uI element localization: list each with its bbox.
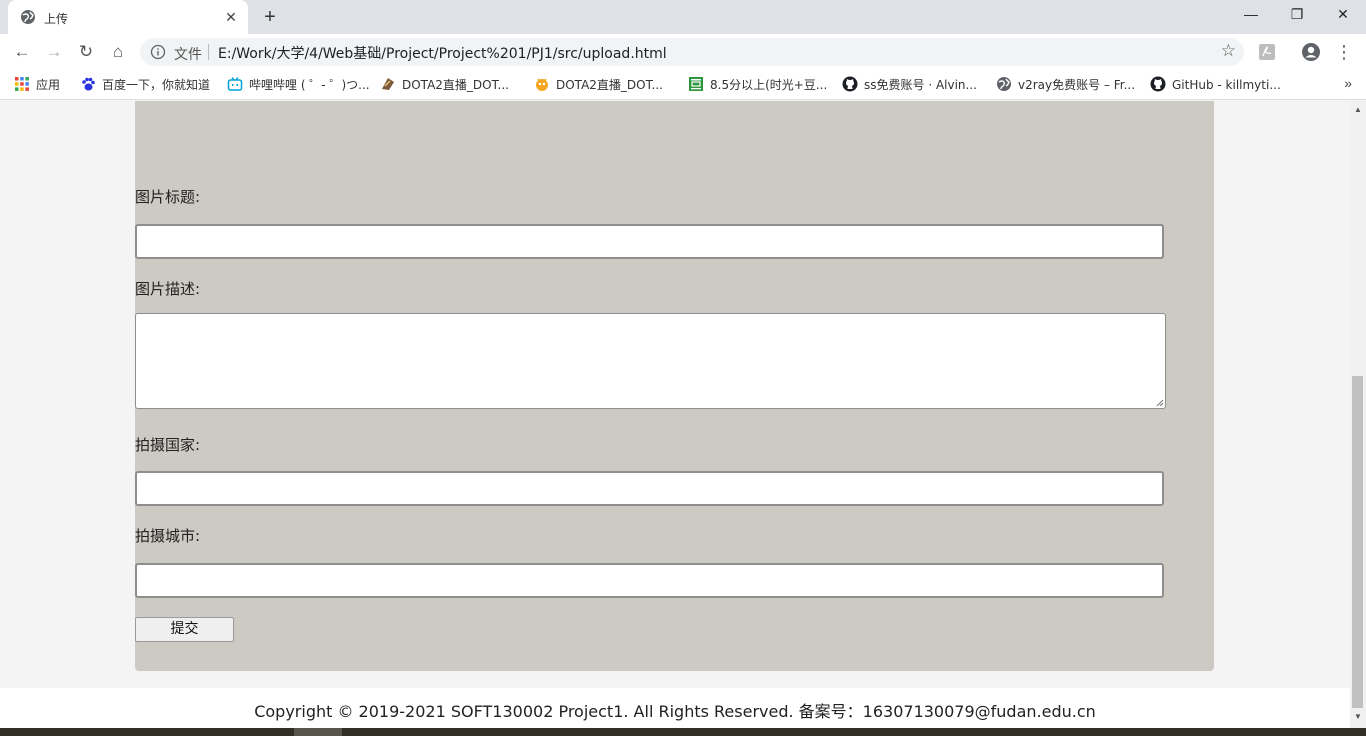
bookmark-label: DOTA2直播_DOT... — [556, 78, 663, 92]
douban-icon — [689, 77, 703, 91]
security-label: 文件 — [174, 47, 202, 63]
bookmark-label: 百度一下，你就知道 — [102, 78, 211, 92]
browser-toolbar: ← → ↻ ⌂ 文件 E:/Work/大学/4/Web基础/Project/Pr… — [0, 34, 1366, 70]
tab-strip: 上传 ✕ + — ❐ ✕ — [0, 0, 1366, 34]
minimize-button[interactable]: — — [1228, 0, 1274, 30]
bookmark-ss-github[interactable]: ss免费账号 · Alvin... — [842, 76, 977, 94]
address-bar[interactable]: 文件 E:/Work/大学/4/Web基础/Project/Project%20… — [140, 38, 1244, 66]
bookmark-label: v2ray免费账号 – Fr... — [1018, 78, 1136, 92]
douyu-icon — [536, 78, 548, 91]
title-label: 图片标题: — [135, 188, 201, 206]
bookmark-bilibili[interactable]: 哔哩哔哩 ( ゜- ゜)つ... — [227, 76, 370, 94]
info-icon[interactable] — [150, 44, 166, 60]
city-input[interactable] — [135, 563, 1164, 598]
taskbar-item[interactable] — [294, 728, 342, 736]
page-viewport: 图片标题: 图片描述: 拍摄国家: 拍摄城市: 提交 Copyright © 2… — [0, 101, 1350, 728]
country-label: 拍摄国家: — [135, 436, 201, 454]
github-icon — [842, 76, 858, 92]
browser-menu-icon[interactable]: ⋮ — [1331, 39, 1357, 65]
page-scrollbar[interactable]: ▲ ▼ — [1350, 101, 1366, 728]
browser-window: 上传 ✕ + — ❐ ✕ ← → ↻ ⌂ 文件 E:/Work/大学/4/Web… — [0, 0, 1366, 736]
scrollbar-thumb[interactable] — [1352, 376, 1363, 708]
profile-avatar-icon[interactable] — [1301, 42, 1321, 62]
bookmark-dota-1[interactable]: DOTA2直播_DOT... — [380, 76, 509, 94]
resize-grip-icon[interactable] — [1156, 399, 1164, 407]
os-taskbar — [0, 728, 1366, 736]
bookmark-dota-2[interactable]: DOTA2直播_DOT... — [534, 76, 663, 94]
reload-button[interactable]: ↻ — [73, 39, 99, 65]
dota-icon — [382, 78, 394, 90]
apps-grid-icon — [15, 77, 29, 91]
globe-icon — [997, 77, 1011, 91]
bookmarks-overflow-button[interactable]: » — [1344, 75, 1352, 91]
bookmark-apps[interactable]: 应用 — [14, 76, 60, 94]
globe-icon — [21, 10, 35, 24]
copyright-text: Copyright © 2019-2021 SOFT130002 Project… — [254, 702, 1096, 721]
scroll-up-arrow-icon[interactable]: ▲ — [1350, 105, 1366, 117]
restore-button[interactable]: ❐ — [1274, 0, 1320, 30]
tab-upload[interactable]: 上传 ✕ — [8, 0, 248, 34]
new-tab-button[interactable]: + — [258, 6, 282, 30]
title-input[interactable] — [135, 224, 1164, 259]
country-input[interactable] — [135, 471, 1164, 506]
bookmark-label: 8.5分以上(时光+豆... — [710, 78, 828, 92]
bookmark-label: ss免费账号 · Alvin... — [864, 78, 977, 92]
bookmark-v2ray[interactable]: v2ray免费账号 – Fr... — [996, 76, 1135, 94]
scroll-down-arrow-icon[interactable]: ▼ — [1350, 712, 1366, 724]
bilibili-tv-icon — [227, 77, 243, 91]
tab-title: 上传 — [44, 12, 69, 26]
address-separator — [208, 44, 209, 60]
bookmark-label: DOTA2直播_DOT... — [402, 78, 509, 92]
city-label: 拍摄城市: — [135, 527, 201, 545]
baidu-paw-icon — [82, 77, 95, 91]
pdf-extension-icon[interactable] — [1257, 42, 1277, 62]
submit-button[interactable]: 提交 — [135, 617, 234, 642]
description-textarea[interactable] — [135, 313, 1166, 409]
forward-button[interactable]: → — [41, 39, 67, 65]
url-text[interactable]: E:/Work/大学/4/Web基础/Project/Project%201/P… — [218, 43, 667, 63]
github-icon — [1150, 76, 1166, 92]
bookmark-label: 哔哩哔哩 ( ゜- ゜)つ... — [249, 78, 370, 92]
bookmark-star-icon[interactable]: ☆ — [1221, 41, 1236, 61]
bookmarks-bar: 应用 百度一下，你就知道 哔哩哔哩 ( ゜- ゜)つ... DOTA2直播_DO… — [0, 70, 1366, 100]
page-footer: Copyright © 2019-2021 SOFT130002 Project… — [0, 688, 1350, 728]
description-label: 图片描述: — [135, 280, 201, 298]
home-button[interactable]: ⌂ — [105, 39, 131, 65]
bookmark-label: 应用 — [36, 78, 61, 92]
back-button[interactable]: ← — [9, 39, 35, 65]
close-window-button[interactable]: ✕ — [1320, 0, 1366, 30]
bookmark-baidu[interactable]: 百度一下，你就知道 — [80, 76, 210, 94]
bookmark-label: GitHub - killmyti... — [1172, 78, 1281, 92]
bookmark-github-killmyti[interactable]: GitHub - killmyti... — [1150, 76, 1281, 94]
bookmark-douban[interactable]: 8.5分以上(时光+豆... — [688, 76, 827, 94]
tab-close-icon[interactable]: ✕ — [222, 8, 240, 26]
